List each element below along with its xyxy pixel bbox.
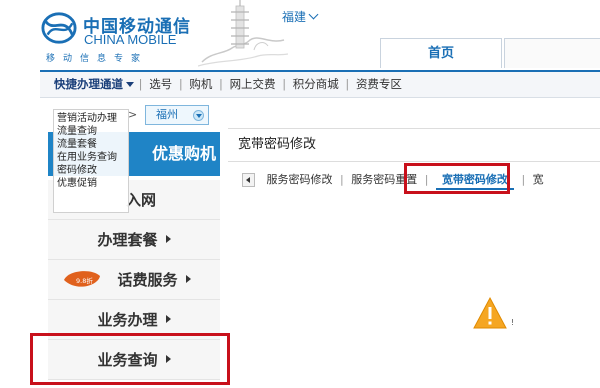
warning-icon [473,296,507,329]
nav-divider: | [178,77,183,91]
quick-channel-dropdown: 营销活动办理 流量查询 流量套餐 在用业务查询 密码修改 优惠促销 [53,109,129,213]
subtab-divider: | [521,173,526,186]
brand-slogan: 移动信息专家 [46,54,149,64]
city-select-value: 福州 [156,108,178,121]
dropdown-item-active-services[interactable]: 在用业务查询 [57,151,128,164]
dropdown-arrow-icon [193,110,204,121]
city-select[interactable]: 福州 [145,105,209,125]
nav-link-tariff-zone[interactable]: 资费专区 [354,72,404,97]
menu-item-plans[interactable]: 办理套餐 [48,220,220,260]
dropdown-item-promo-activity[interactable]: 营销活动办理 [57,112,128,125]
subtab-overflow[interactable]: 宽 [533,172,544,188]
nav-divider: | [345,77,350,91]
nav-divider: | [282,77,287,91]
site-header: 中国移动通信 CHINA MOBILE 移动信息专家 福建 首页 [0,0,600,70]
menu-item-label: 业务办理 [97,311,158,329]
subtab-divider: | [340,173,344,186]
chevron-down-icon [308,9,319,20]
dropdown-item-password-change[interactable]: 密码修改 [57,164,128,177]
dropdown-item-data-query[interactable]: 流量查询 [57,125,128,138]
menu-item-label: 入网 [126,191,157,209]
warning-text: ! [511,318,515,327]
nav-divider: | [138,77,143,91]
tab-next[interactable] [504,38,600,68]
dropdown-item-data-package[interactable]: 流量套餐 [57,138,128,151]
page-title: 宽带密码修改 [228,128,600,162]
china-mobile-logo-icon [41,12,77,44]
nav-link-points-mall[interactable]: 积分商城 [291,72,341,97]
breadcrumb-separator: > [128,108,138,121]
scroll-left-icon[interactable] [242,173,255,187]
subtab-service-password-change[interactable]: 服务密码修改 [267,172,333,188]
highlight-box-business-inquiry [30,333,230,385]
quick-nav-bar: 快捷办理通道 | 选号 | 购机 | 网上交费 | 积分商城 | 资费专区 [40,70,600,98]
caret-down-icon [126,82,134,87]
chevron-right-icon [165,235,171,243]
tab-home[interactable]: 首页 [380,38,502,68]
nav-link-number-select[interactable]: 选号 [147,72,174,97]
region-selector[interactable]: 福建 [282,8,319,25]
quick-channel-menu[interactable]: 快捷办理通道 [40,72,134,97]
discount-badge-icon: 9.8折 [64,271,100,287]
dropdown-item-promotions[interactable]: 优惠促销 [57,177,128,190]
brand-name-en: CHINA MOBILE [84,32,177,47]
china-mobile-logo[interactable]: 中国移动通信 CHINA MOBILE 移动信息专家 [40,8,200,64]
quick-channel-label: 快捷办理通道 [54,77,123,91]
menu-item-label: 话费服务 [117,271,178,289]
menu-item-label: 办理套餐 [97,231,158,249]
chevron-right-icon [185,275,191,283]
nav-link-buy-phone[interactable]: 购机 [187,72,214,97]
chevron-right-icon [165,315,171,323]
nav-divider: | [219,77,223,91]
pagoda-decoration [198,0,288,67]
highlight-box-broadband-tab [404,163,510,194]
region-label: 福建 [282,10,307,24]
discount-badge-text: 9.8折 [76,276,93,285]
nav-link-online-payment[interactable]: 网上交费 [228,72,278,97]
